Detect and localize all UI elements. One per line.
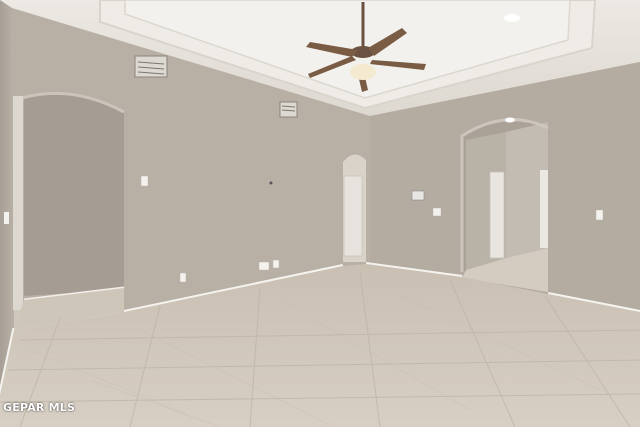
fan-light: [350, 64, 376, 80]
light-switch: [595, 209, 604, 221]
air-vent: [134, 55, 168, 78]
light-switch: [4, 212, 9, 224]
room-illustration: [0, 0, 640, 427]
air-vent: [279, 101, 298, 118]
recessed-light: [505, 117, 515, 123]
room-photo: GEPAR MLS: [0, 0, 640, 427]
wall-outlet: [272, 259, 280, 269]
light-switch: [432, 207, 442, 217]
wall-outlet: [258, 261, 270, 271]
wall-jack: [269, 181, 273, 185]
hallway-door-left: [489, 171, 505, 259]
watermark-logo: GEPAR MLS: [3, 401, 76, 414]
wall-outlet: [179, 272, 187, 283]
left-arch-pillar: [13, 96, 23, 310]
recessed-light: [504, 14, 520, 22]
center-door: [343, 175, 363, 257]
left-arched-doorway: [22, 93, 124, 296]
light-switch: [140, 175, 149, 187]
hallway-door-far: [540, 170, 548, 248]
thermostat: [411, 190, 425, 201]
